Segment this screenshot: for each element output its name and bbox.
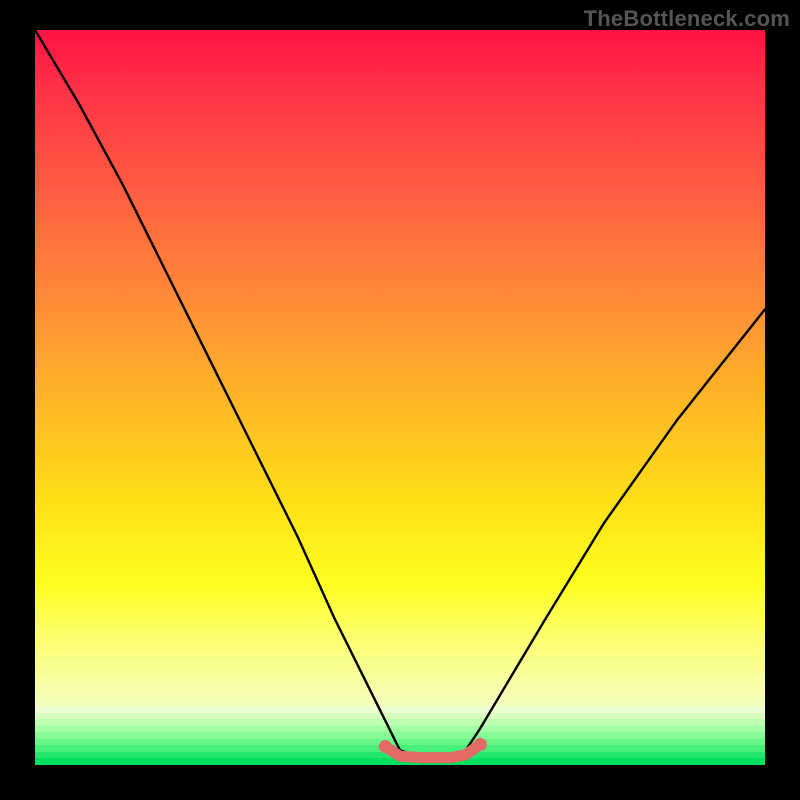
watermark-text: TheBottleneck.com — [584, 6, 790, 32]
curve-layer — [35, 30, 765, 765]
bottleneck-curve — [35, 30, 765, 758]
plot-area — [35, 30, 765, 765]
band-end-left — [379, 740, 392, 753]
band-end-right — [474, 738, 487, 751]
bottleneck-band — [385, 744, 480, 757]
chart-frame: TheBottleneck.com — [0, 0, 800, 800]
